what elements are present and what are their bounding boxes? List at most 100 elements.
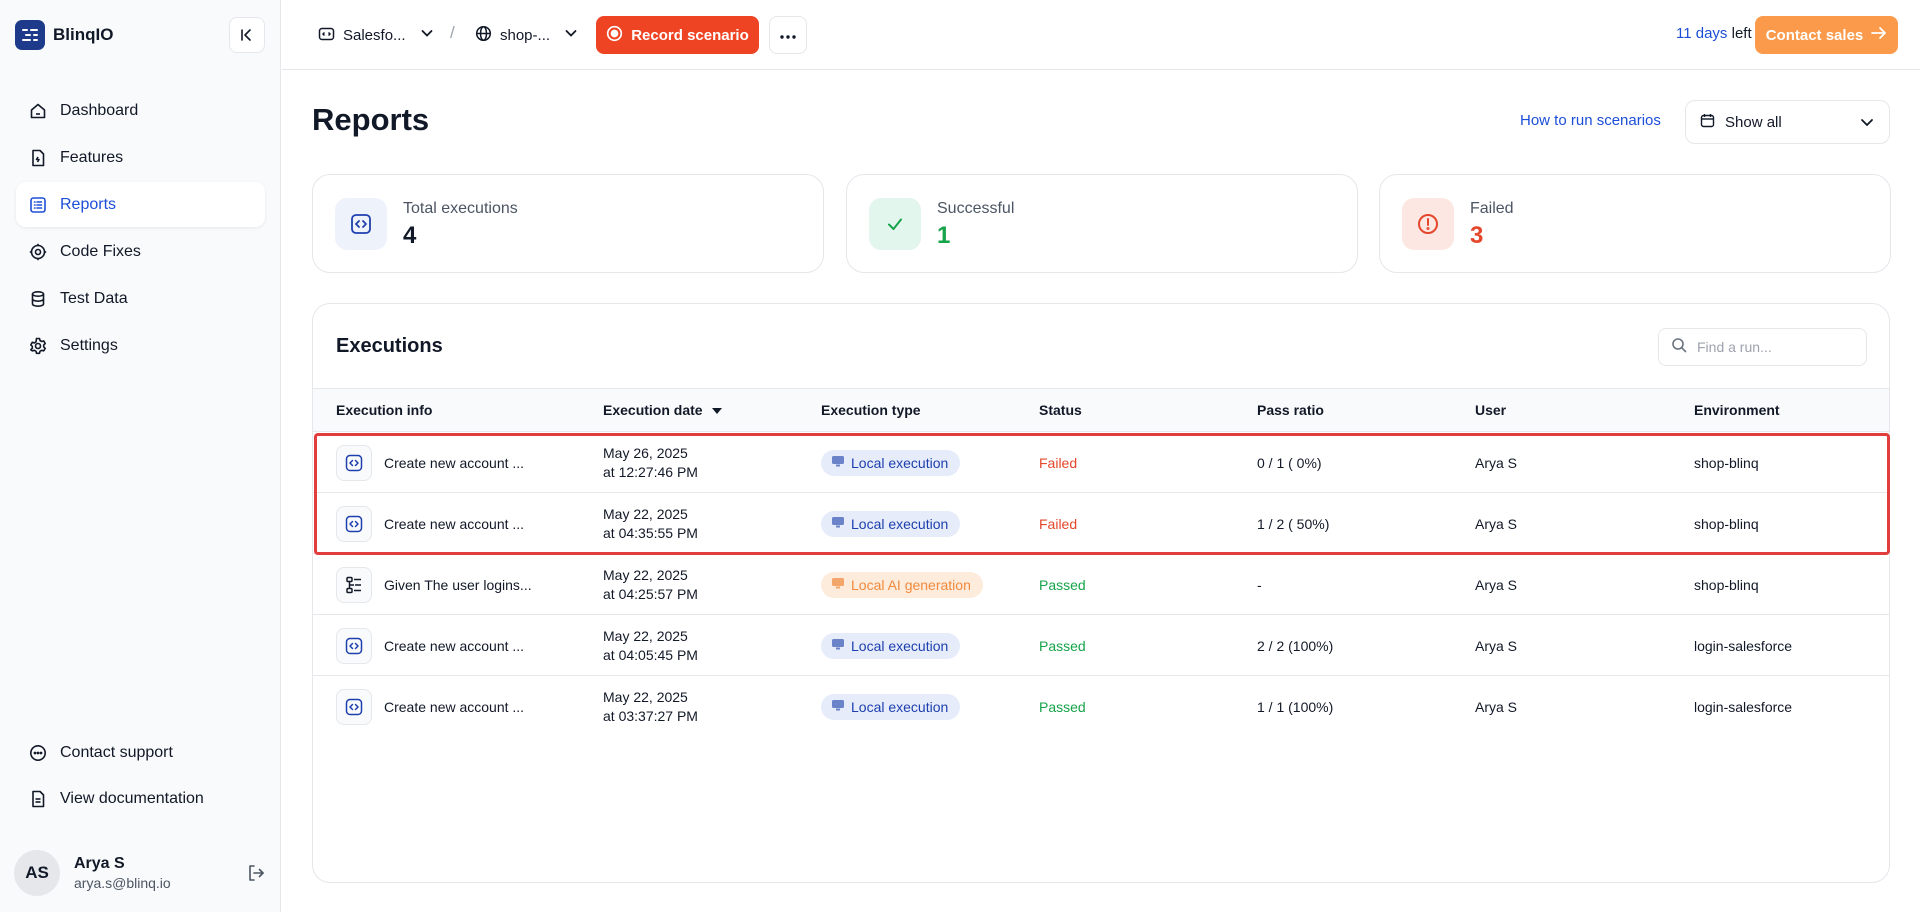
- execution-time: at 04:25:57 PM: [603, 585, 698, 602]
- contact-support-link[interactable]: Contact support: [16, 731, 265, 775]
- execution-date: May 22, 2025: [603, 688, 688, 705]
- top-bar: Salesfo... / shop-... Record scenario 11…: [282, 0, 1920, 70]
- column-execution-date[interactable]: Execution date: [603, 402, 723, 418]
- user-cell: Arya S: [1475, 515, 1518, 532]
- gear-bug-icon: [28, 242, 48, 262]
- code-icon: [336, 505, 372, 542]
- code-icon: [336, 444, 372, 481]
- show-filter-dropdown[interactable]: Show all: [1685, 100, 1890, 144]
- total-executions-label: Total executions: [403, 200, 518, 217]
- execution-date-cell: May 22, 2025 at 03:37:27 PM: [603, 676, 698, 737]
- record-scenario-button[interactable]: Record scenario: [596, 16, 759, 54]
- successful-value: 1: [937, 222, 951, 249]
- sidebar-item-settings[interactable]: Settings: [16, 323, 265, 368]
- execution-date-cell: May 26, 2025 at 12:27:46 PM: [603, 432, 698, 493]
- execution-name: Create new account ...: [384, 637, 525, 654]
- execution-type-label: Local execution: [851, 454, 949, 471]
- column-pass-ratio[interactable]: Pass ratio: [1257, 402, 1324, 418]
- chevron-down-icon: [1859, 114, 1875, 134]
- column-user[interactable]: User: [1475, 402, 1506, 418]
- view-documentation-label: View documentation: [60, 790, 204, 807]
- contact-sales-button[interactable]: Contact sales: [1755, 16, 1898, 54]
- sidebar-item-label: Test Data: [60, 289, 128, 307]
- table-row[interactable]: Create new account ... May 22, 2025 at 03…: [313, 676, 1889, 737]
- avatar: AS: [14, 850, 60, 896]
- execution-name: Create new account ...: [384, 454, 525, 471]
- trial-days: 11 days: [1676, 25, 1728, 42]
- pass-ratio-cell: 2 / 2 (100%): [1257, 637, 1334, 654]
- sidebar-item-features[interactable]: Features: [16, 135, 265, 180]
- column-status[interactable]: Status: [1039, 402, 1082, 418]
- sidebar-nav: Dashboard Features Reports Code Fixes Te…: [16, 88, 265, 370]
- execution-type-badge: Local execution: [821, 510, 961, 537]
- status-cell: Passed: [1039, 698, 1086, 715]
- successful-label: Successful: [937, 200, 1015, 217]
- search-icon: [1671, 337, 1687, 358]
- user-cell: Arya S: [1475, 698, 1518, 715]
- execution-time: at 12:27:46 PM: [603, 463, 698, 480]
- code-icon: [336, 688, 372, 725]
- sidebar-item-label: Dashboard: [60, 101, 139, 119]
- status-cell: Passed: [1039, 637, 1086, 654]
- logout-icon[interactable]: [246, 863, 266, 888]
- view-documentation-link[interactable]: View documentation: [16, 777, 265, 821]
- execution-type-label: Local execution: [851, 698, 949, 715]
- pass-ratio-cell: 0 / 1 ( 0%): [1257, 454, 1322, 471]
- execution-date-cell: May 22, 2025 at 04:05:45 PM: [603, 615, 698, 676]
- more-options-button[interactable]: [769, 16, 807, 54]
- column-environment[interactable]: Environment: [1694, 402, 1780, 418]
- find-run-search[interactable]: [1658, 328, 1867, 366]
- sidebar-item-test-data[interactable]: Test Data: [16, 276, 265, 321]
- filter-value: Show all: [1725, 113, 1782, 131]
- database-icon: [28, 289, 48, 309]
- project-selector[interactable]: Salesfo...: [318, 21, 434, 49]
- sidebar-bottom-nav: Contact support View documentation: [16, 731, 265, 823]
- page-title: Reports: [312, 102, 430, 137]
- collapse-left-icon: [241, 29, 251, 41]
- search-input[interactable]: [1697, 339, 1847, 355]
- user-cell: Arya S: [1475, 454, 1518, 471]
- home-icon: [28, 101, 48, 121]
- user-cell: Arya S: [1475, 576, 1518, 593]
- execution-date: May 26, 2025: [603, 444, 688, 461]
- column-execution-type[interactable]: Execution type: [821, 402, 921, 418]
- computer-icon: [831, 637, 845, 654]
- environment-cell: shop-blinq: [1694, 576, 1759, 593]
- project-name: Salesfo...: [343, 26, 406, 44]
- user-cell: Arya S: [1475, 637, 1518, 654]
- execution-name: Create new account ...: [384, 698, 525, 715]
- environment-selector[interactable]: shop-...: [475, 21, 578, 49]
- sidebar-item-reports[interactable]: Reports: [16, 182, 265, 227]
- execution-type-badge: Local execution: [821, 693, 961, 720]
- check-icon: [869, 198, 921, 250]
- code-icon: [335, 198, 387, 250]
- table-body: Create new account ... May 26, 2025 at 12…: [313, 432, 1889, 737]
- brand[interactable]: BlinqIO: [15, 20, 113, 50]
- execution-date: May 22, 2025: [603, 627, 688, 644]
- sidebar-item-dashboard[interactable]: Dashboard: [16, 88, 265, 133]
- how-to-run-scenarios-link[interactable]: How to run scenarios: [1520, 112, 1661, 129]
- project-icon: [318, 25, 335, 46]
- ai-generation-icon: [831, 576, 845, 593]
- sidebar-item-label: Settings: [60, 336, 118, 354]
- user-email: arya.s@blinq.io: [74, 875, 171, 891]
- collapse-sidebar-button[interactable]: [229, 17, 265, 53]
- sidebar-item-code-fixes[interactable]: Code Fixes: [16, 229, 265, 274]
- table-header: Execution info Execution date Execution …: [313, 388, 1889, 432]
- pass-ratio-cell: -: [1257, 576, 1262, 593]
- table-row[interactable]: Given The user logins... May 22, 2025 at …: [313, 554, 1889, 615]
- column-execution-info[interactable]: Execution info: [336, 402, 432, 418]
- table-row[interactable]: Create new account ... May 22, 2025 at 04…: [313, 493, 1889, 554]
- globe-icon: [475, 25, 492, 46]
- computer-icon: [831, 515, 845, 532]
- total-executions-card: Total executions 4: [312, 174, 824, 273]
- table-row[interactable]: Create new account ... May 26, 2025 at 12…: [313, 432, 1889, 493]
- arrow-right-icon: [1871, 26, 1887, 44]
- execution-time: at 04:05:45 PM: [603, 646, 698, 663]
- sidebar-item-label: Code Fixes: [60, 242, 141, 260]
- column-execution-date-label: Execution date: [603, 402, 703, 418]
- execution-type-cell: Local execution: [821, 676, 961, 737]
- record-icon: [606, 25, 623, 46]
- table-row[interactable]: Create new account ... May 22, 2025 at 04…: [313, 615, 1889, 676]
- environment-cell: login-salesforce: [1694, 637, 1793, 654]
